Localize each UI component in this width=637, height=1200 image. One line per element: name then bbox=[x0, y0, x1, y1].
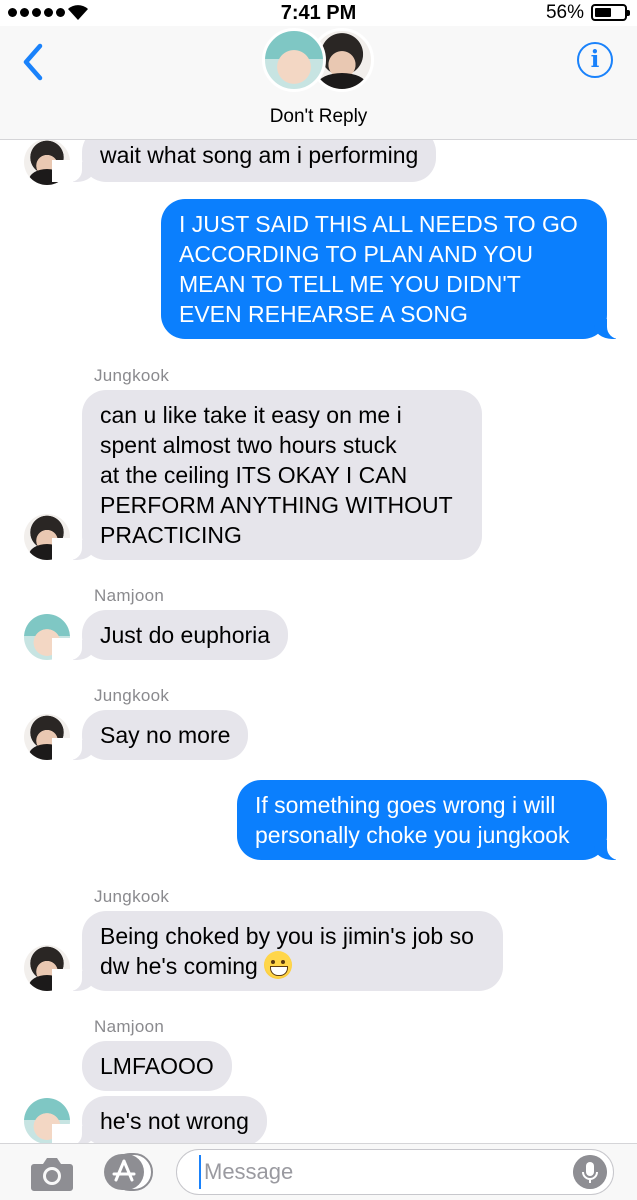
battery-percentage: 56% bbox=[545, 2, 584, 23]
incoming-message[interactable]: he's not wrong bbox=[52, 1096, 267, 1143]
group-avatar[interactable] bbox=[262, 28, 376, 92]
message-line: I JUST SAID THIS ALL NEEDS TO GO bbox=[179, 211, 578, 237]
message-thread[interactable]: wait what song am i performing I JUST SA… bbox=[0, 140, 637, 1143]
compose-bar bbox=[0, 1143, 637, 1200]
conversation-header: Don't Reply i bbox=[0, 26, 637, 140]
message-line: Being choked by you is jimin's job so bbox=[100, 923, 474, 949]
message-line: MEAN TO TELL ME YOU DIDN'T bbox=[179, 271, 521, 297]
sender-name: Jungkook bbox=[94, 366, 170, 385]
message-line: ACCORDING TO PLAN AND YOU bbox=[179, 241, 534, 267]
incoming-message[interactable]: Say no more bbox=[51, 710, 249, 760]
message-line-with-emoji: dw he's coming bbox=[100, 951, 485, 981]
info-icon[interactable]: i bbox=[577, 42, 613, 78]
message-text: wait what song am i performing bbox=[100, 142, 419, 168]
camera-icon[interactable] bbox=[30, 1154, 74, 1192]
status-bar: 7:41 PM 56% bbox=[0, 0, 637, 26]
avatar-namjoon bbox=[262, 28, 326, 92]
sender-name: Jungkook bbox=[94, 887, 170, 906]
message-line: PERFORM ANYTHING WITHOUT bbox=[100, 492, 453, 518]
chevron-left-icon[interactable] bbox=[18, 42, 48, 82]
battery-level-fill bbox=[595, 8, 611, 17]
message-line: PRACTICING bbox=[100, 522, 242, 548]
microphone-icon[interactable] bbox=[573, 1155, 607, 1189]
message-text: LMFAOOO bbox=[100, 1053, 214, 1079]
message-line: personally choke you jungkook bbox=[255, 822, 570, 848]
message-line: can u like take it easy on me i bbox=[100, 402, 402, 428]
message-line: EVEN REHEARSE A SONG bbox=[179, 301, 468, 327]
message-text: Say no more bbox=[100, 722, 231, 748]
sender-name: Namjoon bbox=[94, 586, 165, 605]
battery-icon bbox=[591, 4, 630, 21]
incoming-message[interactable]: Being choked by you is jimin's job so dw… bbox=[52, 911, 503, 991]
outgoing-message[interactable]: If something goes wrong i will personall… bbox=[237, 780, 637, 860]
outgoing-message[interactable]: I JUST SAID THIS ALL NEEDS TO GO ACCORDI… bbox=[161, 199, 637, 339]
message-line: If something goes wrong i will bbox=[255, 792, 556, 818]
message-text: dw he's coming bbox=[100, 953, 258, 979]
incoming-message[interactable]: wait what song am i performing bbox=[51, 140, 437, 182]
message-field[interactable] bbox=[176, 1149, 614, 1195]
status-time: 7:41 PM bbox=[280, 2, 357, 24]
incoming-message[interactable]: LMFAOOO bbox=[82, 1041, 232, 1091]
sender-name: Jungkook bbox=[94, 686, 170, 705]
incoming-message[interactable]: Just do euphoria bbox=[51, 610, 289, 660]
message-text: he's not wrong bbox=[100, 1108, 249, 1134]
message-line: at the ceiling ITS OKAY I CAN bbox=[100, 462, 408, 488]
incoming-message[interactable]: can u like take it easy on me i spent al… bbox=[52, 390, 482, 560]
sender-name: Namjoon bbox=[94, 1017, 165, 1036]
conversation-title[interactable]: Don't Reply bbox=[0, 106, 637, 128]
app-store-icon[interactable] bbox=[103, 1152, 153, 1192]
message-line: spent almost two hours stuck bbox=[100, 432, 397, 458]
message-input[interactable] bbox=[199, 1155, 539, 1189]
message-text: Just do euphoria bbox=[100, 622, 271, 648]
grinning-face-emoji bbox=[264, 951, 293, 979]
